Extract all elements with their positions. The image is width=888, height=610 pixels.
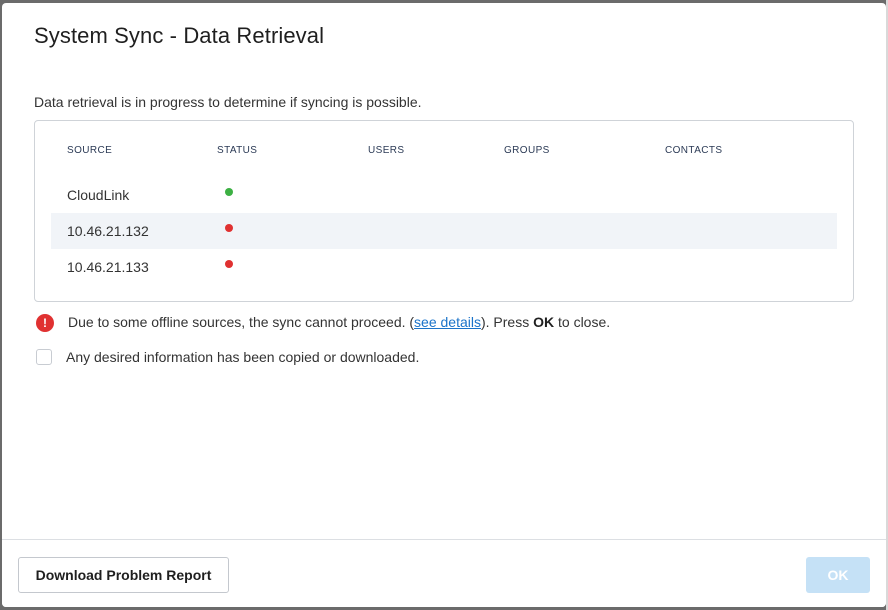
sources-table: SOURCE STATUS USERS GROUPS CONTACTS Clou… [34,120,854,302]
header-groups: GROUPS [504,145,550,156]
intro-text: Data retrieval is in progress to determi… [34,94,422,110]
error-message-text: Due to some offline sources, the sync ca… [68,314,610,330]
message-text-before: Due to some offline sources, the sync ca… [68,314,415,330]
download-problem-report-button[interactable]: Download Problem Report [18,557,229,593]
message-text-after: to close. [554,314,611,330]
status-online-icon [225,188,233,196]
dialog-footer: Download Problem Report OK [2,539,886,607]
header-contacts: CONTACTS [665,145,723,156]
message-text-middle: ). Press [480,314,534,330]
system-sync-dialog: System Sync - Data Retrieval Data retrie… [2,3,886,607]
message-ok-emphasis: OK [533,314,555,330]
confirmation-row: Any desired information has been copied … [36,348,636,368]
source-name: 10.46.21.132 [67,223,149,239]
table-row: 10.46.21.132 [51,213,837,249]
copied-confirmation-label[interactable]: Any desired information has been copied … [66,349,419,365]
header-users: USERS [368,145,405,156]
source-name: CloudLink [67,187,130,203]
see-details-link[interactable]: see details [414,314,481,330]
ok-button[interactable]: OK [806,557,870,593]
table-row: 10.46.21.133 [51,249,837,285]
header-status: STATUS [217,145,258,156]
source-name: 10.46.21.133 [67,259,149,275]
status-offline-icon [225,224,233,232]
error-message: ! Due to some offline sources, the sync … [36,312,856,334]
error-icon: ! [36,314,54,332]
status-offline-icon [225,260,233,268]
header-source: SOURCE [67,145,113,156]
copied-confirmation-checkbox[interactable] [36,349,52,365]
table-row: CloudLink [51,177,837,213]
dialog-title: System Sync - Data Retrieval [34,23,325,48]
